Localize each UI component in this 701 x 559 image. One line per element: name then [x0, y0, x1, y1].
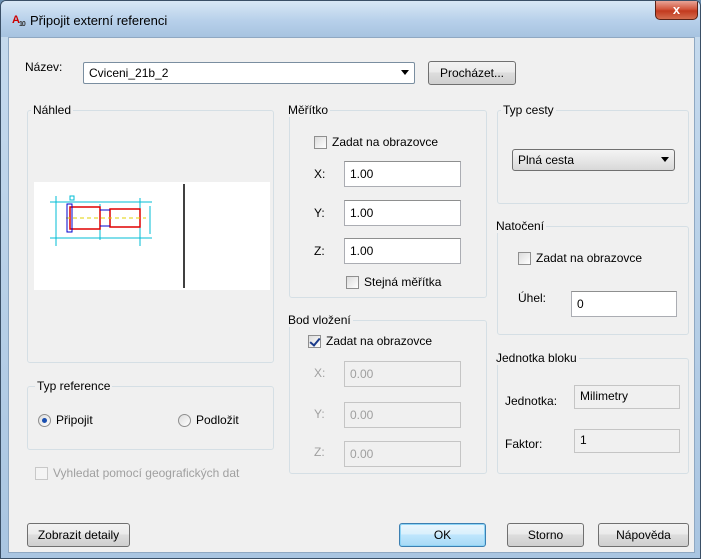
attach-xref-dialog: A10 Připojit externí referenci x Název: …	[0, 0, 701, 559]
insertion-x-label: X:	[314, 366, 326, 380]
factor-value: 1	[574, 429, 680, 453]
scale-label: Měřítko	[286, 103, 331, 117]
rotation-label: Natočení	[494, 219, 547, 233]
name-label: Název:	[25, 60, 63, 74]
preview-image	[34, 182, 270, 290]
rotation-group: Natočení Zadat na obrazovce Úhel: 0	[494, 219, 689, 335]
path-type-label: Typ cesty	[501, 103, 556, 117]
rotation-specify-checkbox[interactable]	[518, 252, 531, 265]
reference-type-label: Typ reference	[35, 379, 113, 393]
overlay-radio[interactable]	[178, 414, 191, 427]
attach-radio[interactable]	[38, 414, 51, 427]
preview-group: Náhled	[27, 103, 274, 363]
insertion-specify-checkbox[interactable]	[308, 335, 321, 348]
autocad-icon: A10	[12, 14, 26, 29]
insertion-specify-label[interactable]: Zadat na obrazovce	[326, 334, 432, 348]
insertion-x-input[interactable]: 0.00	[344, 361, 461, 387]
chevron-down-icon	[661, 157, 669, 162]
path-type-combobox[interactable]: Plná cesta	[512, 149, 675, 171]
scale-group: Měřítko Zadat na obrazovce X: 1.00 Y: 1.…	[286, 103, 487, 298]
window-title: Připojit externí referenci	[30, 13, 168, 28]
insertion-point-group: Bod vložení Zadat na obrazovce X: 0.00 Y…	[286, 313, 487, 474]
scale-y-input[interactable]: 1.00	[344, 200, 461, 226]
help-button[interactable]: Nápověda	[598, 523, 689, 547]
insertion-y-input[interactable]: 0.00	[344, 402, 461, 428]
scale-x-label: X:	[314, 167, 326, 181]
insertion-y-label: Y:	[314, 407, 325, 421]
close-button[interactable]: x	[655, 1, 698, 20]
attach-label[interactable]: Připojit	[56, 413, 93, 427]
angle-label: Úhel:	[518, 291, 547, 305]
scale-specify-label[interactable]: Zadat na obrazovce	[332, 135, 438, 149]
scale-z-label: Z:	[314, 244, 325, 258]
uniform-scale-label[interactable]: Stejná měřítka	[364, 275, 441, 289]
insertion-point-label: Bod vložení	[286, 313, 353, 327]
dialog-client-area: Název: Cviceni_21b_2 Procházet... Náhled	[8, 37, 695, 553]
insertion-z-label: Z:	[314, 445, 325, 459]
scale-specify-checkbox[interactable]	[314, 136, 327, 149]
name-value: Cviceni_21b_2	[89, 66, 169, 80]
geo-data-label[interactable]: Vyhledat pomocí geografických dat	[53, 466, 239, 480]
path-type-value: Plná cesta	[518, 153, 575, 167]
scale-y-label: Y:	[314, 206, 325, 220]
scale-z-input[interactable]: 1.00	[344, 238, 461, 264]
scale-x-input[interactable]: 1.00	[344, 161, 461, 187]
name-combobox[interactable]: Cviceni_21b_2	[83, 62, 415, 84]
preview-label: Náhled	[31, 103, 74, 117]
drawing-preview-icon	[50, 184, 185, 288]
block-unit-group: Jednotka bloku Jednotka: Milimetry Fakto…	[494, 351, 689, 474]
reference-type-group: Typ reference Připojit Podložit	[27, 379, 274, 450]
path-type-group: Typ cesty Plná cesta	[497, 103, 689, 204]
overlay-label[interactable]: Podložit	[196, 413, 239, 427]
browse-button[interactable]: Procházet...	[428, 61, 516, 85]
cancel-button[interactable]: Storno	[507, 523, 584, 547]
chevron-down-icon	[401, 70, 409, 75]
ok-button[interactable]: OK	[399, 523, 486, 547]
insertion-z-input[interactable]: 0.00	[344, 441, 461, 467]
uniform-scale-checkbox[interactable]	[346, 276, 359, 289]
angle-input[interactable]: 0	[571, 291, 677, 317]
unit-value: Milimetry	[574, 385, 680, 409]
factor-label: Faktor:	[505, 437, 543, 451]
show-details-button[interactable]: Zobrazit detaily	[27, 523, 130, 547]
block-unit-label: Jednotka bloku	[494, 351, 579, 365]
title-bar[interactable]: A10 Připojit externí referenci x	[1, 1, 700, 37]
unit-label: Jednotka:	[505, 394, 558, 408]
rotation-specify-label[interactable]: Zadat na obrazovce	[536, 251, 642, 265]
close-icon: x	[672, 2, 681, 17]
geo-data-checkbox[interactable]	[35, 467, 48, 480]
